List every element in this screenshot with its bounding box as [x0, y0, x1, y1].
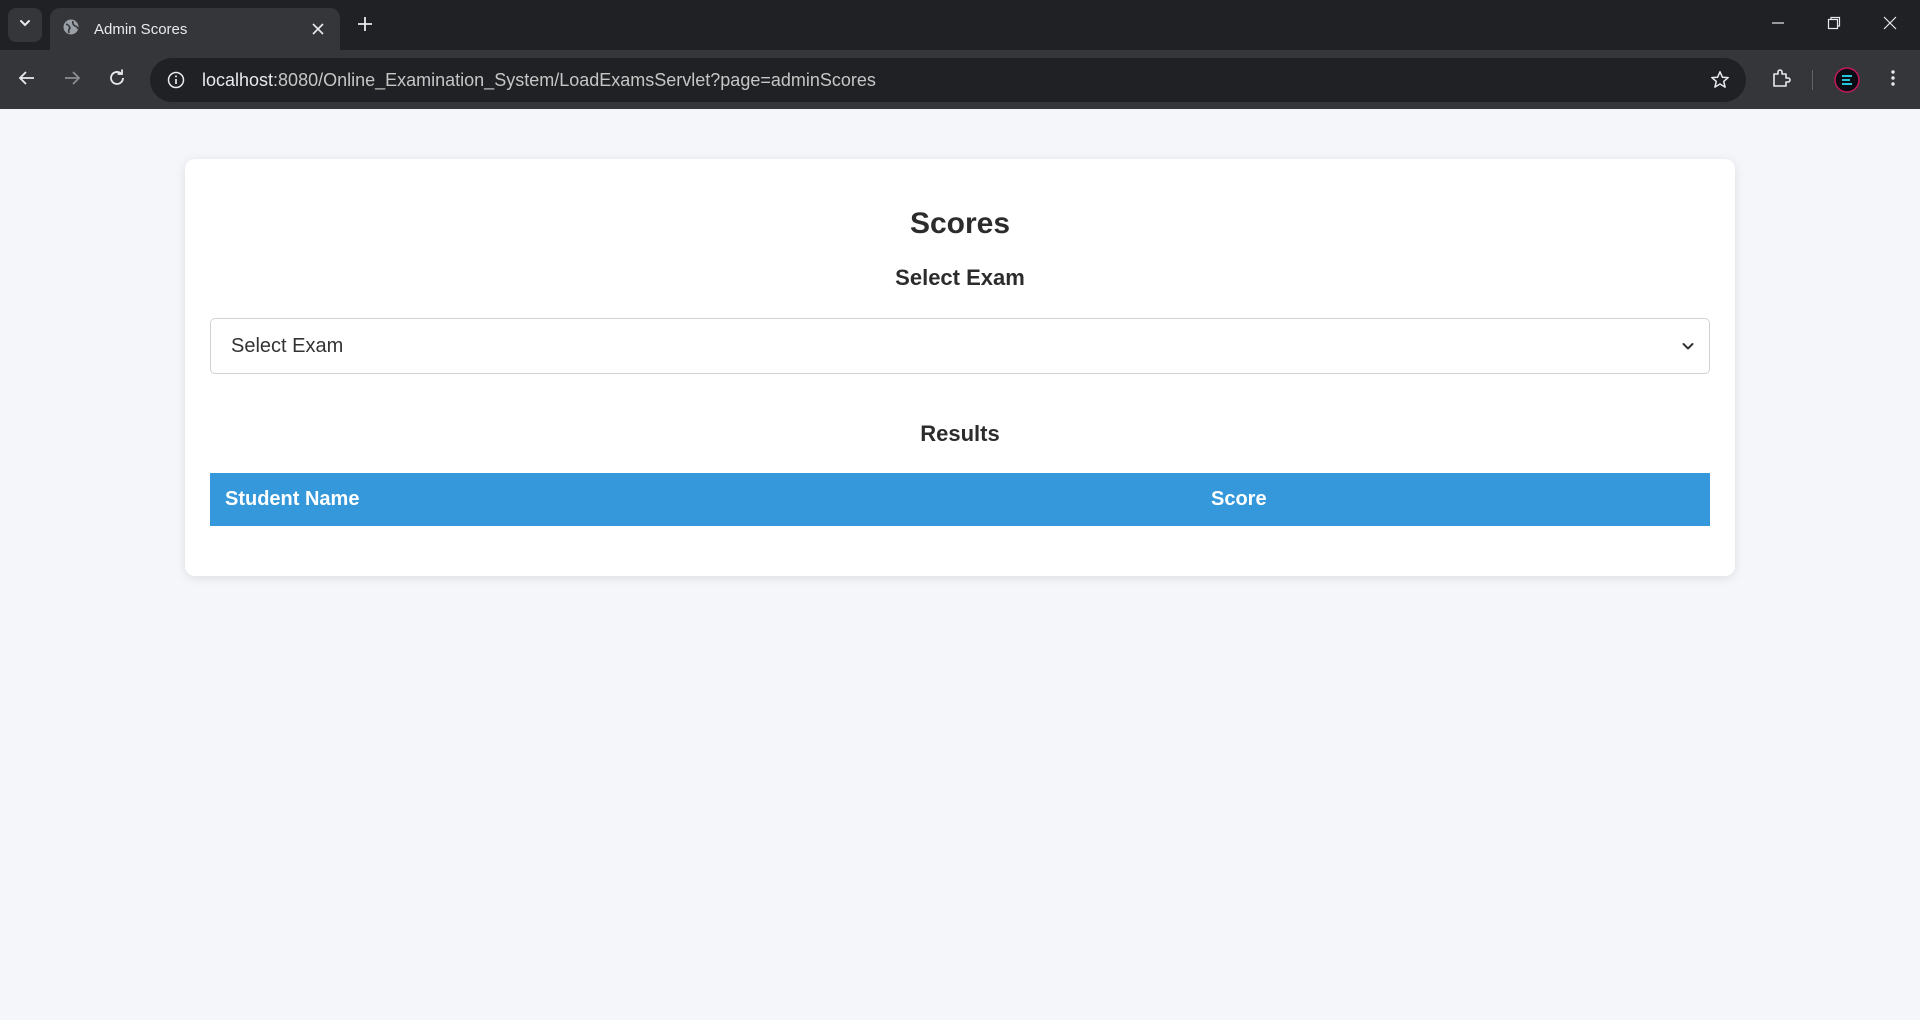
- close-icon[interactable]: [308, 19, 328, 39]
- star-icon[interactable]: [1708, 68, 1732, 92]
- forward-icon: [63, 69, 81, 92]
- forward-button[interactable]: [55, 63, 89, 97]
- url-host: localhost: [202, 69, 274, 90]
- reload-button[interactable]: [100, 63, 134, 97]
- browser-toolbar: localhost:8080/Online_Examination_System…: [0, 50, 1920, 109]
- window-close-icon: [1883, 16, 1897, 35]
- tab-title: Admin Scores: [94, 20, 188, 38]
- plus-icon: [357, 16, 373, 37]
- page-title: Scores: [909, 207, 1011, 240]
- globe-icon: [62, 18, 80, 41]
- site-info-icon[interactable]: [164, 68, 188, 92]
- restore-icon: [1827, 16, 1841, 35]
- exam-select[interactable]: Select Exam: [210, 318, 1710, 374]
- new-tab-button[interactable]: [352, 13, 378, 39]
- exam-select-value: Select Exam: [231, 334, 344, 357]
- address-bar[interactable]: localhost:8080/Online_Examination_System…: [150, 58, 1746, 102]
- back-icon: [18, 69, 36, 92]
- page-body: Scores Select Exam Select Exam Results S…: [0, 109, 1920, 1020]
- extensions-button[interactable]: [1764, 63, 1798, 97]
- url-text[interactable]: localhost:8080/Online_Examination_System…: [202, 70, 876, 91]
- results-table-header: Student Name Score: [210, 473, 1710, 526]
- profile-avatar[interactable]: [1830, 63, 1864, 97]
- more-vert-icon: [1884, 69, 1902, 92]
- toolbar-divider: [1812, 70, 1813, 90]
- restore-button[interactable]: [1814, 8, 1854, 42]
- window-close-button[interactable]: [1870, 8, 1910, 42]
- minimize-button[interactable]: [1758, 8, 1798, 42]
- extensions-icon: [1771, 68, 1791, 93]
- more-vert-button[interactable]: [1876, 63, 1910, 97]
- results-heading: Results: [920, 421, 1000, 446]
- tab-search-button[interactable]: [8, 8, 42, 42]
- scores-card: Scores Select Exam Select Exam Results S…: [185, 159, 1735, 576]
- column-header-score: Score: [1211, 488, 1267, 510]
- column-header-student-name: Student Name: [225, 488, 360, 510]
- url-path: :8080/Online_Examination_System/LoadExam…: [273, 69, 876, 90]
- back-button[interactable]: [10, 63, 44, 97]
- chevron-down-icon: [1679, 337, 1697, 355]
- chevron-down-icon: [18, 16, 32, 35]
- reload-icon: [108, 69, 126, 92]
- browser-tab-strip: Admin Scores: [0, 0, 1920, 50]
- select-exam-heading: Select Exam: [895, 265, 1025, 290]
- browser-tab-active[interactable]: Admin Scores: [50, 8, 340, 50]
- minimize-icon: [1771, 16, 1785, 35]
